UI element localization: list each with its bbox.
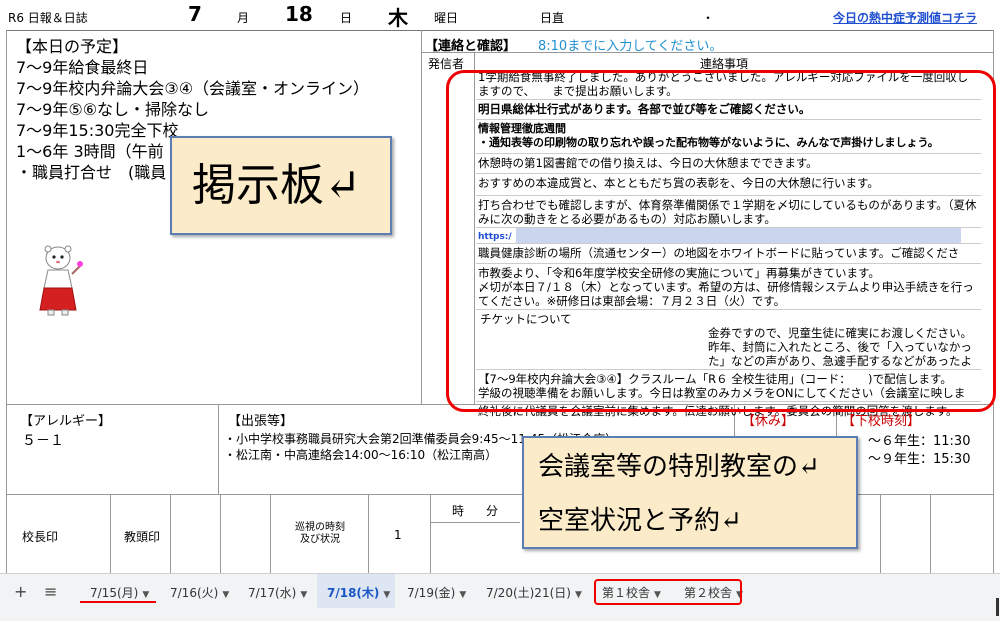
grid-line <box>368 494 369 575</box>
bulletin-highlight-frame <box>446 70 996 412</box>
tab-7-18[interactable]: 7/18(木) ▼ <box>327 584 390 601</box>
contact-section-title: 【連絡と確認】 <box>425 39 517 54</box>
chevron-down-icon: ▼ <box>222 590 230 600</box>
room-reservation-callout-line: 会議室等の特別教室の↵ <box>538 452 820 482</box>
allergy-value[interactable]: ５－１ <box>22 430 64 450</box>
day-value[interactable]: 18 <box>285 2 313 26</box>
schedule-line: 7～9年⑤⑥なし・掃除なし <box>16 100 210 119</box>
month-value[interactable]: 7 <box>188 2 202 26</box>
schedule-line: 【本日の予定】 <box>16 37 129 56</box>
duty-label: 日直 <box>540 11 565 25</box>
scrollbar-thumb[interactable] <box>996 598 999 616</box>
schedule-line: 7～9年校内弁論大会③④（会議室・オンライン） <box>16 79 370 98</box>
weekday-value[interactable]: 木 <box>388 2 408 31</box>
bulletin-board-callout: 掲示板↵ <box>170 136 392 235</box>
dismissal-time-label: 【下校時刻】 <box>842 414 921 429</box>
chevron-down-icon: ▼ <box>383 590 391 600</box>
grid-line <box>430 494 431 575</box>
grid-line <box>270 494 271 575</box>
tab-7-20-21[interactable]: 7/20(土)21(日) ▼ <box>486 584 582 601</box>
grid-line <box>930 494 931 575</box>
hour-label: 時 <box>452 504 465 518</box>
heat-forecast-link[interactable]: 今日の熱中症予測値コチラ <box>833 9 977 26</box>
patrol-row-number: 1 <box>394 528 402 542</box>
tab-7-19[interactable]: 7/19(金) ▼ <box>407 584 466 601</box>
chevron-down-icon: ▼ <box>300 590 308 600</box>
principal-stamp-label: 校長印 <box>22 530 59 544</box>
chevron-down-icon: ▼ <box>142 590 150 600</box>
grid-line <box>880 494 881 575</box>
add-sheet-icon[interactable]: + <box>14 582 27 601</box>
sheet-header: R6 日報＆日誌 7 月 18 日 木 曜日 日直 ・ 今日の熱中症予測値コチラ <box>0 0 1000 30</box>
minute-label: 分 <box>486 504 499 518</box>
schedule-line: 7～9年給食最終日 <box>16 58 149 77</box>
grid-line <box>218 404 219 494</box>
duty-value[interactable]: ・ <box>702 9 714 26</box>
allergy-label: 【アレルギー】 <box>20 414 112 429</box>
grid-line <box>421 30 422 404</box>
day-unit: 日 <box>340 11 353 25</box>
chevron-down-icon: ▼ <box>459 590 467 600</box>
tab-7-17[interactable]: 7/17(水) ▼ <box>248 584 307 601</box>
grid-line <box>430 522 520 523</box>
shrine-maiden-mascot-icon <box>39 245 83 316</box>
tab-highlight-underline <box>80 601 156 603</box>
grid-line <box>170 494 171 575</box>
sender-column-header: 発信者 <box>428 57 465 71</box>
dismissal-time-lower[interactable]: ～６年生：11:30 <box>868 430 970 449</box>
patrol-time-label: 巡視の時刻 及び状況 <box>295 522 345 545</box>
tab-7-16[interactable]: 7/16(火) ▼ <box>170 584 229 601</box>
all-sheets-menu-icon[interactable]: ≡ <box>44 582 57 601</box>
weekday-label: 曜日 <box>434 11 459 25</box>
contact-input-note: 8:10までに入力してください。 <box>538 39 723 54</box>
chevron-down-icon: ▼ <box>574 590 582 600</box>
vice-principal-stamp-label: 教頭印 <box>124 530 161 544</box>
room-reservation-callout: 会議室等の特別教室の↵ 空室状況と予約↵ <box>522 436 858 549</box>
business-trip-label: 【出張等】 <box>228 414 294 429</box>
sheet-title: R6 日報＆日誌 <box>8 11 88 25</box>
building-tabs-highlight <box>594 579 742 605</box>
grid-line <box>220 494 221 575</box>
business-trip-item[interactable]: ・松江南・中高連絡会14:00～16:10（松江南高） <box>224 446 497 463</box>
dismissal-time-upper[interactable]: ～９年生：15:30 <box>868 448 970 467</box>
absence-label: 【休み】 <box>742 414 795 429</box>
month-unit: 月 <box>237 11 250 25</box>
room-reservation-callout-line: 空室状況と予約↵ <box>538 506 742 536</box>
tab-7-15[interactable]: 7/15(月) ▼ <box>90 584 149 601</box>
sheet-tab-bar: + ≡ 7/15(月) ▼ 7/16(火) ▼ 7/17(水) ▼ 7/18(木) ▼ … <box>0 573 1000 621</box>
grid-line <box>110 494 111 575</box>
